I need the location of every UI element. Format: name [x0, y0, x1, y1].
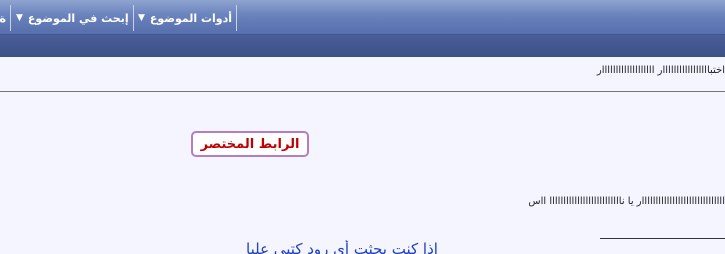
- toolbar-edge-item[interactable]: ة: [0, 6, 6, 30]
- toolbar-separator: [10, 5, 11, 31]
- toolbar-edge-label: ة: [0, 11, 6, 25]
- short-link-label: الرابط المختصر: [200, 136, 300, 152]
- signature-divider: [600, 238, 725, 239]
- thread-tools-menu[interactable]: أدوات الموضوع ▼: [138, 6, 232, 30]
- search-thread-label: إبحث في الموضوع: [27, 11, 129, 25]
- post-divider: [0, 91, 725, 92]
- thread-toolbar: أدوات الموضوع ▼ إبحث في الموضوع ▼ ة: [0, 0, 725, 35]
- toolbar-separator: [236, 5, 237, 31]
- dropdown-arrow-icon: ▼: [16, 13, 23, 23]
- post-signature-text: اذا كنت بحثت أي رود كتبي عليا: [246, 240, 438, 254]
- dropdown-arrow-icon: ▼: [138, 13, 145, 23]
- short-link-button[interactable]: الرابط المختصر: [191, 131, 309, 157]
- thread-header-bar: [0, 35, 725, 57]
- search-thread-menu[interactable]: إبحث في الموضوع ▼: [16, 6, 129, 30]
- toolbar-separator: [133, 5, 134, 31]
- post-content: اختبااااااااااااااااار ااااااااااااااااا…: [0, 57, 725, 254]
- post-text-line: اااااااااااااااااااااااااااااار يا ناااا…: [528, 196, 725, 207]
- thread-tools-label: أدوات الموضوع: [149, 11, 233, 25]
- post-text-line: اختبااااااااااااااااار ااااااااااااااااا…: [596, 65, 725, 76]
